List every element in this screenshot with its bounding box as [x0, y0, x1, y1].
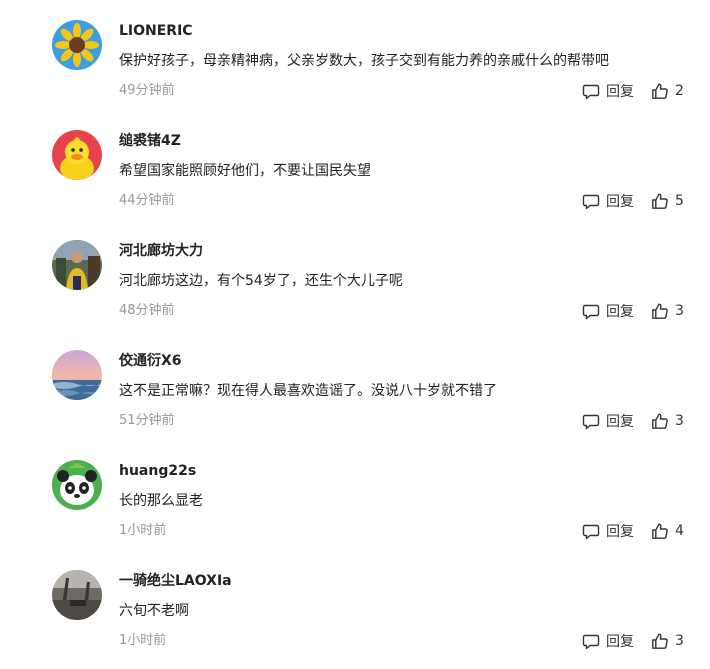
avatar[interactable]: [52, 130, 102, 180]
timestamp: 48分钟前: [119, 303, 175, 318]
avatar[interactable]: [52, 460, 102, 510]
thumbs-up-icon: [651, 522, 669, 540]
avatar[interactable]: [52, 240, 102, 290]
panda-avatar-icon: [52, 460, 102, 510]
comment-text: 这不是正常嘛？现在得人最喜欢造谣了。没说八十岁就不错了: [119, 383, 497, 399]
username[interactable]: 缒裘锗4Z: [119, 131, 181, 151]
timestamp: 49分钟前: [119, 83, 175, 98]
comment-bubble-icon: [582, 412, 600, 430]
comment-text: 六旬不老啊: [119, 603, 189, 619]
reply-button[interactable]: 回复: [582, 630, 634, 652]
like-count: 3: [675, 413, 684, 429]
like-button[interactable]: 4: [651, 520, 684, 542]
comment-bubble-icon: [582, 192, 600, 210]
reply-button[interactable]: 回复: [582, 190, 634, 212]
comment-item: 一骑绝尘LAOXIa 六旬不老啊 1小时前 回复 3: [0, 570, 710, 669]
comment-list: LIONERIC 保护好孩子，母亲精神病，父亲岁数大，孩子交到有能力养的亲戚什么…: [0, 0, 710, 669]
comment-item: 河北廊坊大力 河北廊坊这边，有个54岁了，还生个大儿子呢 48分钟前 回复 3: [0, 240, 710, 350]
reply-label: 回复: [606, 524, 634, 540]
like-button[interactable]: 3: [651, 630, 684, 652]
comment-text: 保护好孩子，母亲精神病，父亲岁数大，孩子交到有能力养的亲戚什么的帮带吧: [119, 53, 609, 69]
reply-label: 回复: [606, 414, 634, 430]
yellow-duck-avatar-icon: [52, 130, 102, 180]
like-count: 3: [675, 633, 684, 649]
timestamp: 44分钟前: [119, 193, 175, 208]
timestamp: 1小时前: [119, 523, 167, 538]
reply-label: 回复: [606, 84, 634, 100]
comment-item: 佼通衍X6 这不是正常嘛？现在得人最喜欢造谣了。没说八十岁就不错了 51分钟前 …: [0, 350, 710, 460]
thumbs-up-icon: [651, 412, 669, 430]
like-button[interactable]: 3: [651, 410, 684, 432]
like-button[interactable]: 3: [651, 300, 684, 322]
like-count: 2: [675, 83, 684, 99]
comment-bubble-icon: [582, 82, 600, 100]
like-button[interactable]: 2: [651, 80, 684, 102]
thumbs-up-icon: [651, 82, 669, 100]
avatar[interactable]: [52, 350, 102, 400]
timestamp: 1小时前: [119, 633, 167, 648]
like-button[interactable]: 5: [651, 190, 684, 212]
reply-button[interactable]: 回复: [582, 410, 634, 432]
like-count: 3: [675, 303, 684, 319]
timestamp: 51分钟前: [119, 413, 175, 428]
reply-label: 回复: [606, 634, 634, 650]
like-count: 4: [675, 523, 684, 539]
avatar[interactable]: [52, 20, 102, 70]
person-photo-avatar-icon: [52, 240, 102, 290]
thumbs-up-icon: [651, 192, 669, 210]
username[interactable]: 佼通衍X6: [119, 351, 182, 371]
comment-bubble-icon: [582, 522, 600, 540]
sunset-sea-avatar-icon: [52, 350, 102, 400]
reply-label: 回复: [606, 304, 634, 320]
comment-item: LIONERIC 保护好孩子，母亲精神病，父亲岁数大，孩子交到有能力养的亲戚什么…: [0, 20, 710, 130]
comment-item: huang22s 长的那么显老 1小时前 回复 4: [0, 460, 710, 570]
thumbs-up-icon: [651, 632, 669, 650]
thumbs-up-icon: [651, 302, 669, 320]
dark-photo-avatar-icon: [52, 570, 102, 620]
sunflower-avatar-icon: [52, 20, 102, 70]
comment-text: 河北廊坊这边，有个54岁了，还生个大儿子呢: [119, 273, 403, 289]
comment-bubble-icon: [582, 302, 600, 320]
username[interactable]: 一骑绝尘LAOXIa: [119, 571, 232, 591]
reply-button[interactable]: 回复: [582, 80, 634, 102]
comment-bubble-icon: [582, 632, 600, 650]
reply-button[interactable]: 回复: [582, 520, 634, 542]
reply-label: 回复: [606, 194, 634, 210]
comment-item: 缒裘锗4Z 希望国家能照顾好他们，不要让国民失望 44分钟前 回复 5: [0, 130, 710, 240]
reply-button[interactable]: 回复: [582, 300, 634, 322]
comment-text: 长的那么显老: [119, 493, 203, 509]
username[interactable]: 河北廊坊大力: [119, 241, 203, 261]
username[interactable]: LIONERIC: [119, 21, 193, 41]
comment-text: 希望国家能照顾好他们，不要让国民失望: [119, 163, 371, 179]
avatar[interactable]: [52, 570, 102, 620]
username[interactable]: huang22s: [119, 461, 196, 481]
like-count: 5: [675, 193, 684, 209]
